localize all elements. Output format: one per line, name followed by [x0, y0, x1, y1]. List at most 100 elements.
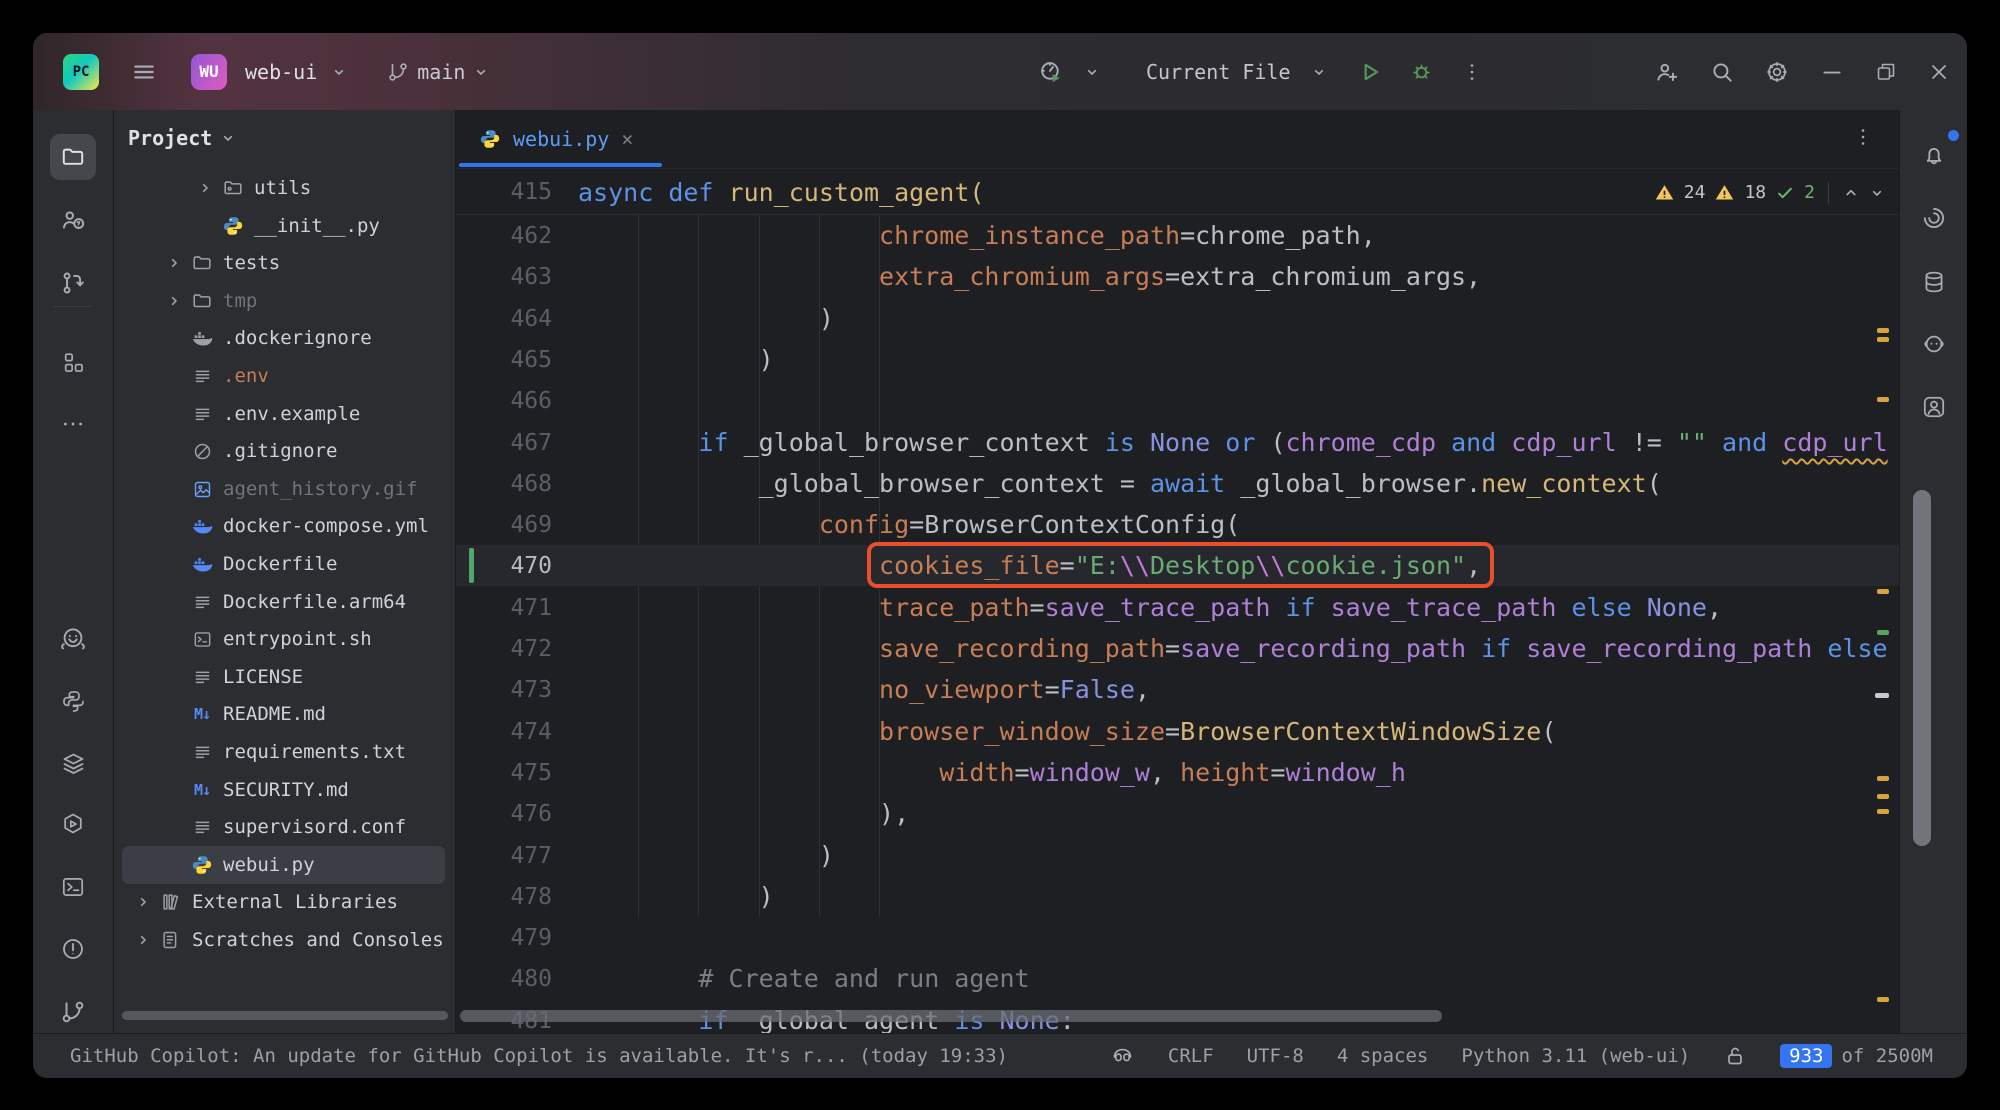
expand-chevron-icon[interactable]	[192, 180, 218, 196]
lock-icon[interactable]	[1723, 1044, 1747, 1068]
tree-item-external-libraries[interactable]: External Libraries	[122, 883, 445, 921]
run-button[interactable]	[1357, 59, 1383, 85]
code-line-469[interactable]: 469 config=BrowserContextConfig(	[456, 504, 1899, 545]
tree-item-readme-md[interactable]: M↓README.md	[122, 695, 445, 733]
search-everywhere-icon[interactable]	[1709, 59, 1735, 85]
more-tool-button[interactable]	[50, 401, 96, 447]
run-config-chevron-icon[interactable]	[1311, 64, 1327, 80]
profiler-icon[interactable]	[1038, 59, 1064, 85]
tree-item-requirements-txt[interactable]: requirements.txt	[122, 733, 445, 771]
warning-icon-2[interactable]	[1714, 182, 1735, 203]
settings-gear-icon[interactable]	[1764, 59, 1790, 85]
code-line-472[interactable]: 472 save_recording_path=save_recording_p…	[456, 628, 1899, 669]
copilot-chat-tool-button[interactable]	[1911, 321, 1957, 367]
expand-chevron-icon[interactable]	[161, 293, 187, 309]
pull-requests-tool-button[interactable]	[50, 260, 96, 306]
profiler-chevron-icon[interactable]	[1084, 64, 1100, 80]
memory-indicator[interactable]: 933 of 2500M	[1780, 1044, 1933, 1068]
code-line-462[interactable]: 462 chrome_instance_path=chrome_path,	[456, 215, 1899, 256]
users-help-tool-button[interactable]	[50, 197, 96, 243]
code-line-478[interactable]: 478 )	[456, 876, 1899, 917]
tree-item-dockerfile-arm64[interactable]: Dockerfile.arm64	[122, 583, 445, 621]
services-tool-button[interactable]	[50, 801, 96, 847]
python-console-tool-button[interactable]	[50, 678, 96, 724]
tree-item-dockerfile[interactable]: Dockerfile	[122, 545, 445, 583]
expand-chevron-icon[interactable]	[161, 255, 187, 271]
sticky-line[interactable]: 415async def run_custom_agent( 24 18 2	[456, 171, 1899, 215]
next-problem-icon[interactable]	[1869, 185, 1885, 201]
code-line-474[interactable]: 474 browser_window_size=BrowserContextWi…	[456, 711, 1899, 752]
tree-item-license[interactable]: LICENSE	[122, 658, 445, 696]
editor-horizontal-scrollbar[interactable]	[460, 1010, 1442, 1022]
vcs-widget[interactable]: main	[387, 60, 489, 84]
line-ending-widget[interactable]: CRLF	[1168, 1045, 1214, 1067]
tree-item--init-py[interactable]: __init__.py	[122, 207, 445, 245]
tree-item-utils[interactable]: utils	[122, 169, 445, 207]
code-view[interactable]: 462 chrome_instance_path=chrome_path,463…	[456, 214, 1899, 1034]
tab-webui-py[interactable]: webui.py ×	[459, 110, 649, 167]
code-line-475[interactable]: 475 width=window_w, height=window_h	[456, 752, 1899, 793]
tree-item-security-md[interactable]: M↓SECURITY.md	[122, 771, 445, 809]
tree-item-docker-compose-yml[interactable]: docker-compose.yml	[122, 507, 445, 545]
tree-item-agent-history-gif[interactable]: agent_history.gif	[122, 470, 445, 508]
code-line-477[interactable]: 477 )	[456, 835, 1899, 876]
encoding-widget[interactable]: UTF-8	[1247, 1045, 1304, 1067]
code-line-471[interactable]: 471 trace_path=save_trace_path if save_t…	[456, 587, 1899, 628]
code-line-480[interactable]: 480 # Create and run agent	[456, 958, 1899, 999]
code-line-466[interactable]: 466	[456, 380, 1899, 421]
warning-icon[interactable]	[1654, 182, 1675, 203]
tree-item--gitignore[interactable]: .gitignore	[122, 432, 445, 470]
restore-button[interactable]	[1874, 60, 1898, 84]
tree-item-tests[interactable]: tests	[122, 244, 445, 282]
code-line-479[interactable]: 479	[456, 917, 1899, 958]
code-line-465[interactable]: 465 )	[456, 339, 1899, 380]
close-button[interactable]	[1927, 60, 1951, 84]
run-config-selector[interactable]: Current File	[1146, 60, 1291, 84]
debug-button[interactable]	[1409, 59, 1434, 84]
ai-assistant-tool-button[interactable]	[1911, 195, 1957, 241]
copilot-status-icon[interactable]	[1110, 1044, 1135, 1069]
tree-item-scratches-and-consoles[interactable]: Scratches and Consoles	[122, 921, 445, 959]
code-line-473[interactable]: 473 no_viewport=False,	[456, 669, 1899, 710]
tree-item-entrypoint-sh[interactable]: entrypoint.sh	[122, 620, 445, 658]
code-line-476[interactable]: 476 ),	[456, 793, 1899, 834]
huggingface-tool-button[interactable]	[50, 616, 96, 662]
profile-tool-button[interactable]	[1911, 384, 1957, 430]
tree-horizontal-scrollbar[interactable]	[122, 1011, 448, 1020]
project-avatar[interactable]: WU	[191, 54, 227, 90]
indent-widget[interactable]: 4 spaces	[1337, 1045, 1429, 1067]
prev-problem-icon[interactable]	[1842, 184, 1860, 202]
code-line-468[interactable]: 468 _global_browser_context = await _glo…	[456, 463, 1899, 504]
code-with-me-icon[interactable]	[1654, 59, 1680, 85]
structure-tool-button[interactable]	[50, 339, 96, 385]
version-control-tool-button[interactable]	[50, 989, 96, 1035]
terminal-tool-button[interactable]	[50, 864, 96, 910]
interpreter-widget[interactable]: Python 3.11 (web-ui)	[1461, 1045, 1690, 1067]
tab-close-icon[interactable]: ×	[621, 127, 633, 151]
packages-tool-button[interactable]	[50, 740, 96, 786]
tab-options-icon[interactable]	[1851, 125, 1875, 149]
project-name[interactable]: web-ui	[245, 60, 317, 84]
project-panel-header[interactable]: Project	[114, 110, 455, 166]
tree-item--dockerignore[interactable]: .dockerignore	[122, 319, 445, 357]
expand-chevron-icon[interactable]	[130, 932, 156, 948]
problems-tool-button[interactable]	[50, 926, 96, 972]
project-chevron-icon[interactable]	[331, 64, 347, 80]
expand-chevron-icon[interactable]	[130, 894, 156, 910]
tree-item-webui-py[interactable]: webui.py	[122, 846, 445, 884]
status-message[interactable]: GitHub Copilot: An update for GitHub Cop…	[70, 1045, 1008, 1067]
code-line-464[interactable]: 464 )	[456, 298, 1899, 339]
more-run-options-icon[interactable]	[1460, 60, 1484, 84]
notifications-tool-button[interactable]	[1911, 133, 1957, 179]
minimize-button[interactable]	[1819, 59, 1845, 85]
check-icon[interactable]	[1775, 183, 1795, 203]
code-line-463[interactable]: 463 extra_chromium_args=extra_chromium_a…	[456, 256, 1899, 297]
code-line-467[interactable]: 467 if _global_browser_context is None o…	[456, 422, 1899, 463]
tree-item--env-example[interactable]: .env.example	[122, 395, 445, 433]
main-menu-icon[interactable]	[131, 59, 157, 85]
tree-item-supervisord-conf[interactable]: supervisord.conf	[122, 808, 445, 846]
project-tool-button[interactable]	[50, 134, 96, 180]
database-tool-button[interactable]	[1911, 259, 1957, 305]
tree-item-tmp[interactable]: tmp	[122, 282, 445, 320]
tree-item--env[interactable]: .env	[122, 357, 445, 395]
